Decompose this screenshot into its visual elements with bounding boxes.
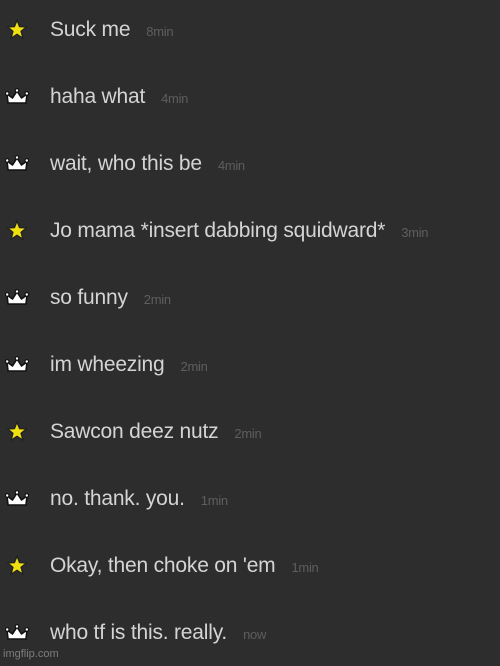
crown-icon [5, 489, 29, 509]
message-text: Okay, then choke on 'em [50, 553, 276, 577]
star-icon [5, 421, 29, 442]
message-text: Sawcon deez nutz [50, 419, 219, 443]
message-timestamp: 2min [180, 358, 208, 374]
message-timestamp: 2min [234, 425, 262, 441]
chat-message: Suck me 8min [0, 0, 500, 63]
chat-message: haha what 4min [0, 63, 500, 130]
message-line: wait, who this be 4min [50, 152, 245, 176]
message-timestamp: now [243, 626, 267, 642]
crown-icon [5, 355, 29, 375]
message-line: Sawcon deez nutz 2min [50, 419, 262, 444]
chat-message: Sawcon deez nutz 2min [0, 398, 500, 465]
message-timestamp: 3min [401, 224, 429, 240]
message-timestamp: 4min [217, 157, 245, 173]
chat-message: im wheezing 2min [0, 331, 500, 398]
message-text: Suck me [50, 17, 131, 41]
crown-icon [5, 288, 29, 308]
message-text: im wheezing [50, 352, 165, 376]
chat-message: wait, who this be 4min [0, 130, 500, 197]
message-line: Okay, then choke on 'em 1min [50, 553, 319, 578]
message-text: who tf is this. really. [50, 620, 228, 644]
message-line: Jo mama *insert dabbing squidward* 3min [50, 218, 429, 243]
message-line: who tf is this. really. now [50, 621, 266, 645]
message-text: so funny [50, 285, 128, 309]
star-icon [5, 555, 29, 576]
message-line: Suck me 8min [50, 17, 174, 42]
chat-message: Jo mama *insert dabbing squidward* 3min [0, 197, 500, 264]
message-line: haha what 4min [50, 85, 188, 109]
message-line: so funny 2min [50, 286, 171, 310]
message-timestamp: 1min [291, 559, 319, 575]
crown-icon [5, 87, 29, 107]
chat-message: Okay, then choke on 'em 1min [0, 532, 500, 599]
message-text: wait, who this be [50, 151, 202, 175]
crown-icon [5, 154, 29, 174]
chat-message: no. thank. you. 1min [0, 465, 500, 532]
message-text: Jo mama *insert dabbing squidward* [50, 218, 386, 242]
message-line: no. thank. you. 1min [50, 487, 228, 511]
message-timestamp: 4min [161, 90, 189, 106]
message-timestamp: 1min [200, 492, 228, 508]
message-text: no. thank. you. [50, 486, 185, 510]
star-icon [5, 220, 29, 241]
watermark: imgflip.com [3, 648, 59, 660]
star-icon [5, 19, 29, 40]
message-line: im wheezing 2min [50, 353, 208, 377]
chat-message: so funny 2min [0, 264, 500, 331]
message-text: haha what [50, 84, 146, 108]
message-timestamp: 8min [146, 23, 174, 39]
crown-icon [5, 623, 29, 643]
chat-message: who tf is this. really. now [0, 599, 500, 666]
message-timestamp: 2min [143, 291, 171, 307]
